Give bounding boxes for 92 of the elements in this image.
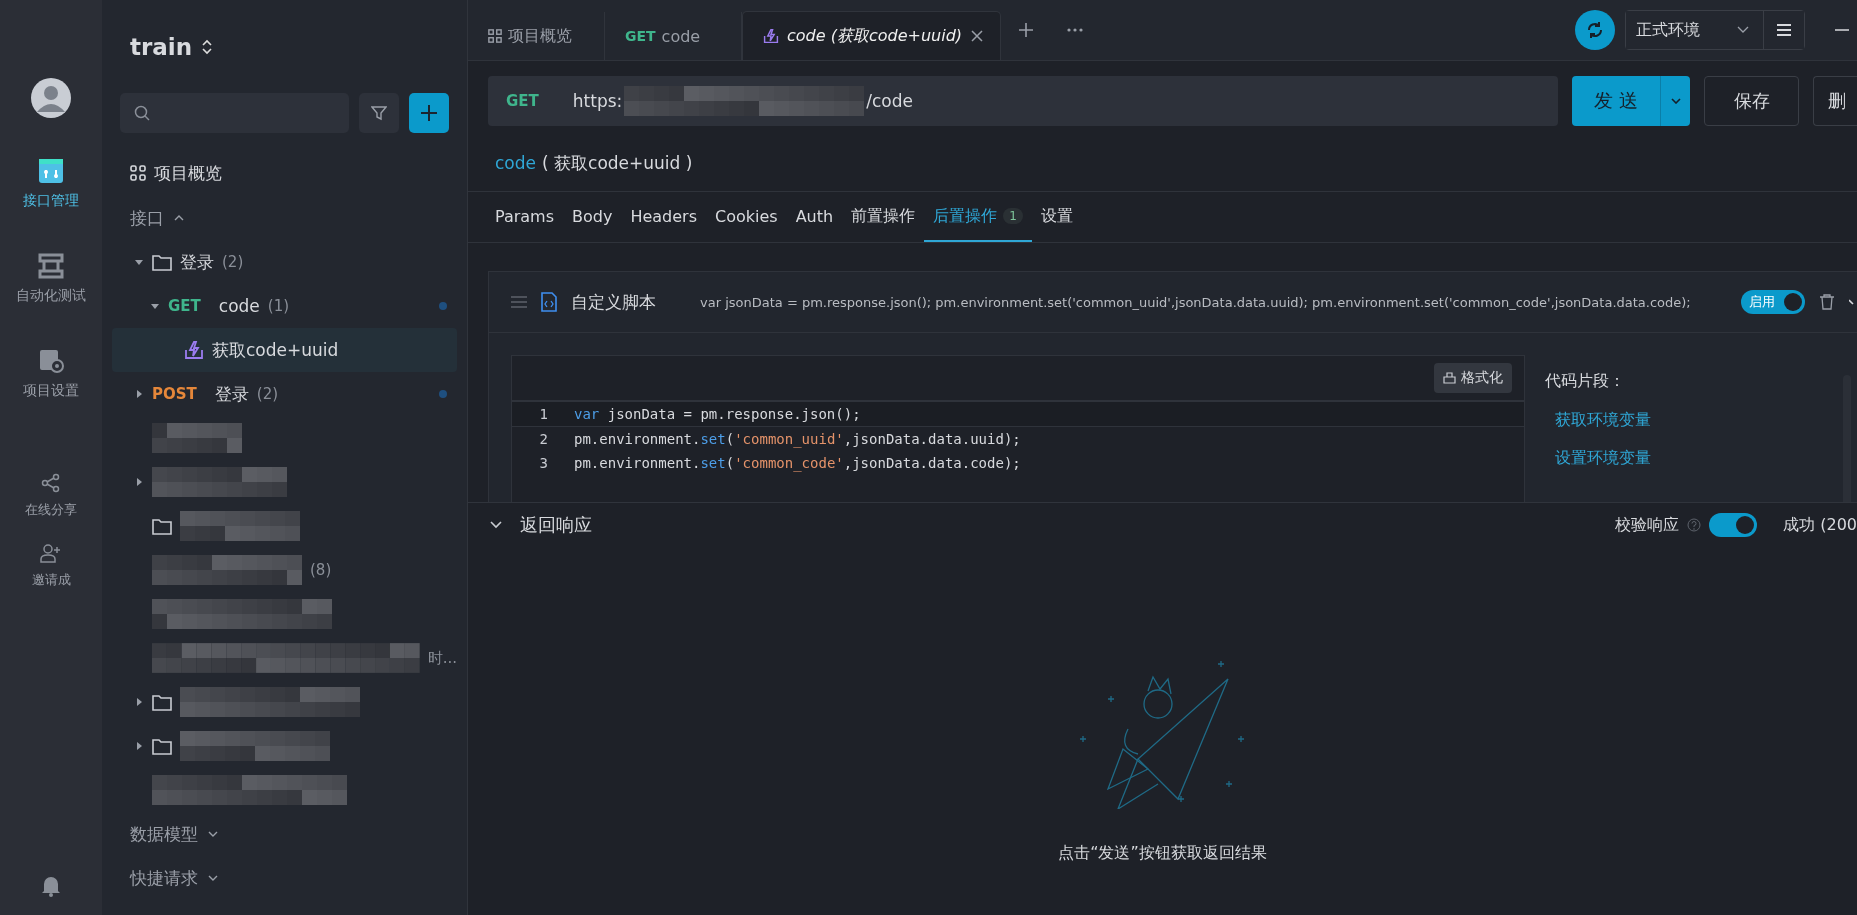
- tree-item[interactable]: (8): [112, 548, 457, 592]
- status-dot: [439, 390, 447, 398]
- caret-icon[interactable]: [134, 477, 144, 487]
- validate-toggle[interactable]: [1709, 513, 1758, 537]
- sync-button[interactable]: [1575, 10, 1615, 50]
- environment-dropdown[interactable]: 正式环境: [1626, 11, 1764, 49]
- filter-icon: [371, 105, 387, 121]
- bell-icon[interactable]: [41, 875, 61, 897]
- line-number: 3: [538, 455, 548, 471]
- tab[interactable]: 前置操作: [842, 192, 925, 242]
- folder-icon: [152, 693, 172, 711]
- search-field[interactable]: [120, 93, 349, 133]
- send-button[interactable]: 发 送: [1572, 76, 1660, 126]
- code-line: var jsonData = pm.response.json();: [574, 406, 861, 422]
- folder-icon: [152, 253, 172, 271]
- settings-icon: [38, 348, 64, 374]
- line-number: 2: [538, 431, 548, 447]
- folder-icon: [152, 517, 172, 535]
- tab[interactable]: 设置: [1031, 192, 1082, 242]
- tab[interactable]: Headers: [621, 192, 707, 242]
- tree-item[interactable]: GET code (1): [112, 284, 457, 328]
- caret-icon[interactable]: [134, 389, 144, 399]
- format-button[interactable]: 格式化: [1434, 363, 1512, 393]
- menu-icon: [1777, 24, 1791, 36]
- snippet-link[interactable]: 设置环境变量: [1555, 448, 1651, 469]
- share-icon: [41, 473, 61, 493]
- section-header[interactable]: 接口: [112, 196, 184, 240]
- save-button[interactable]: 保存: [1704, 76, 1799, 126]
- item-text: (8): [310, 561, 332, 579]
- add-button[interactable]: [409, 93, 449, 133]
- tab[interactable]: Auth: [786, 192, 843, 242]
- section-header[interactable]: 数据模型: [112, 812, 218, 856]
- lightning-box-icon: [763, 28, 779, 44]
- code-line: pm.environment.set('common_code',jsonData.data.code);: [574, 455, 1021, 471]
- tree-item[interactable]: POST 登录 (2): [112, 372, 457, 416]
- rail-item[interactable]: 自动化测试: [16, 253, 86, 348]
- close-icon[interactable]: [970, 29, 985, 43]
- grid-icon: [130, 165, 146, 181]
- tab[interactable]: code (获取code+uuid): [742, 11, 1002, 60]
- filter-button[interactable]: [359, 93, 399, 133]
- status-dot: [439, 302, 447, 310]
- script-title: 自定义脚本: [571, 290, 656, 314]
- help-icon: [1687, 518, 1702, 532]
- up-down-caret-icon: [202, 38, 213, 55]
- overview-link[interactable]: 项目概览: [112, 150, 457, 196]
- toggle-label: 校验响应: [1615, 514, 1680, 536]
- stack-icon: [38, 253, 64, 279]
- code-line: pm.environment.set('common_uuid',jsonData.data.uuid);: [574, 431, 1021, 447]
- project-switcher[interactable]: train: [112, 0, 213, 93]
- drag-handle-icon[interactable]: [511, 296, 527, 308]
- section-header[interactable]: 快捷请求: [112, 856, 218, 900]
- tree-item[interactable]: 获取code+uuid: [112, 328, 457, 372]
- lightning-box-icon: [184, 340, 204, 360]
- rail-item[interactable]: 接口管理: [23, 158, 79, 253]
- grid-icon: [488, 29, 502, 43]
- caret-icon[interactable]: [134, 741, 144, 751]
- sync-icon: [1586, 21, 1604, 39]
- tab[interactable]: 项目概览: [468, 12, 605, 60]
- script-summary: var jsonData = pm.response.json(); pm.environment.set('common_uuid',jsonData.data.uuid); pm.environment.set('common_code',jsonData.data.code);: [700, 294, 1691, 310]
- folder-icon: [152, 737, 172, 755]
- delete-button[interactable]: 删: [1813, 76, 1857, 126]
- tab[interactable]: Cookies: [706, 192, 787, 242]
- avatar-icon[interactable]: [31, 78, 71, 118]
- tree-item[interactable]: 时...: [112, 636, 457, 680]
- rail-item[interactable]: 项目设置: [23, 348, 79, 443]
- code-file-icon: [541, 292, 557, 312]
- caret-icon[interactable]: [134, 257, 144, 267]
- search-icon: [134, 105, 150, 121]
- section-title: 返回响应: [520, 513, 592, 537]
- caret-icon[interactable]: [150, 301, 160, 311]
- add-user-icon: [40, 543, 62, 563]
- empty-state-text: 点击“发送”按钮获取返回结果: [1058, 843, 1267, 864]
- snippets-title: 代码片段：: [1545, 371, 1625, 392]
- tree-item[interactable]: 登录 (2): [112, 240, 457, 284]
- more-icon[interactable]: [1067, 28, 1084, 32]
- tab[interactable]: Body: [563, 192, 622, 242]
- url-field[interactable]: GET https: /code: [488, 76, 1558, 126]
- plus-icon: [420, 104, 438, 122]
- trash-icon[interactable]: [1819, 294, 1835, 310]
- status-text: 成功 (200: [1783, 514, 1857, 536]
- tab[interactable]: Params: [486, 192, 564, 242]
- tab[interactable]: 后置操作 1: [924, 192, 1032, 242]
- line-number: 1: [538, 406, 548, 422]
- api-panel-icon: [38, 158, 64, 184]
- case-name: ( 获取code+uuid ): [542, 151, 693, 175]
- rail-item[interactable]: 邀请成: [31, 543, 71, 638]
- api-name: code: [495, 153, 536, 173]
- snippet-link[interactable]: 获取环境变量: [1555, 410, 1651, 431]
- caret-icon[interactable]: [134, 697, 144, 707]
- item-text: 时...: [427, 648, 457, 668]
- rail-item[interactable]: 在线分享: [25, 473, 77, 543]
- plus-icon[interactable]: [1017, 21, 1036, 39]
